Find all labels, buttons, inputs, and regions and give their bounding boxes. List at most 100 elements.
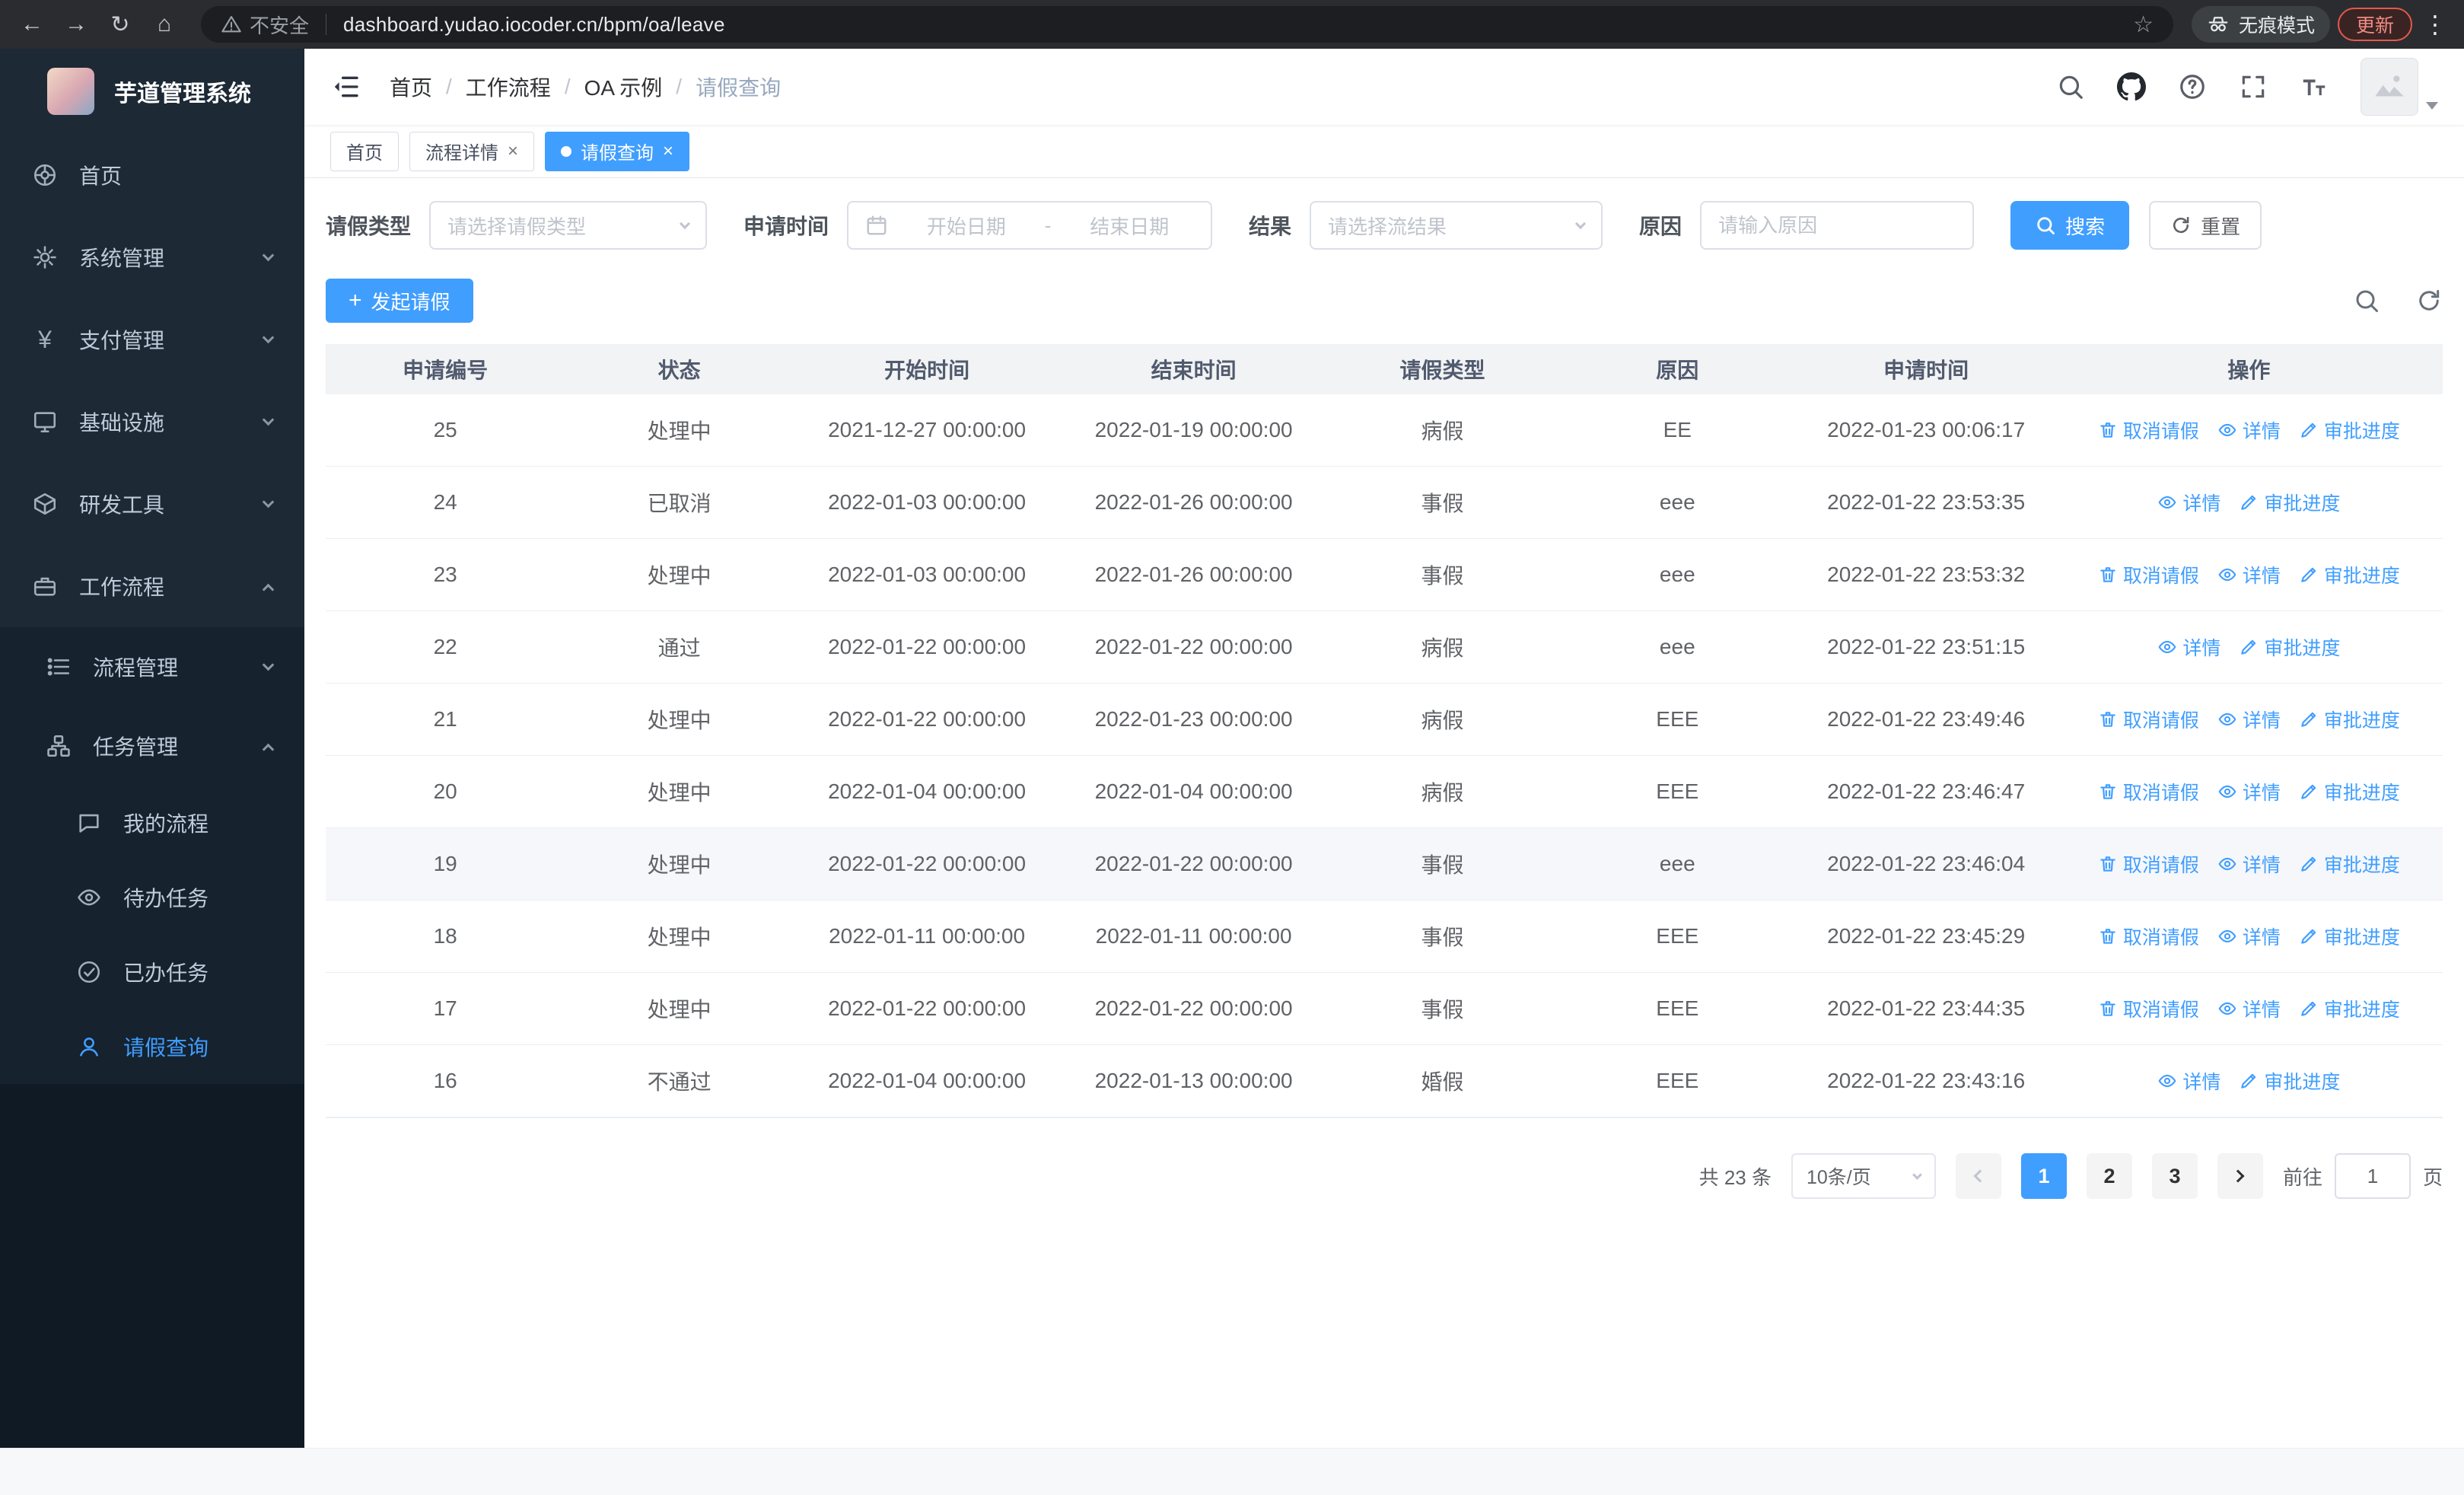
font-size-icon[interactable] [2300,72,2329,101]
date-range-picker[interactable]: 开始日期 - 结束日期 [847,201,1213,250]
progress-link[interactable]: 审批进度 [2299,850,2400,878]
tab-home[interactable]: 首页 [330,131,399,171]
sidebar-item-system[interactable]: 系统管理 [0,216,304,298]
tab-leave-query[interactable]: 请假查询 × [545,131,690,171]
tab-process-detail[interactable]: 流程详情 × [409,131,535,171]
cancel-link[interactable]: 取消请假 [2098,995,2199,1022]
breadcrumb-oa-example[interactable]: OA 示例 [584,72,663,102]
progress-link[interactable]: 审批进度 [2299,416,2400,444]
next-page-button[interactable] [2217,1153,2263,1199]
detail-link[interactable]: 详情 [2157,633,2220,661]
cell-reason: EEE [1656,1069,1699,1092]
breadcrumb-workflow[interactable]: 工作流程 [466,72,551,102]
goto-page-input[interactable] [2334,1153,2411,1199]
progress-link[interactable]: 审批进度 [2299,923,2400,950]
detail-link[interactable]: 详情 [2217,561,2281,588]
page-button-2[interactable]: 2 [2086,1153,2132,1199]
security-label: 不安全 [250,14,310,37]
user-avatar[interactable] [2361,58,2438,116]
table-row[interactable]: 19 处理中 2022-01-22 00:00:00 2022-01-22 00… [326,828,2443,901]
cancel-link[interactable]: 取消请假 [2098,561,2199,588]
table-row[interactable]: 22 通过 2022-01-22 00:00:00 2022-01-22 00:… [326,611,2443,684]
cancel-link[interactable]: 取消请假 [2098,850,2199,878]
detail-link[interactable]: 详情 [2217,850,2281,878]
sidebar-item-todo-tasks[interactable]: 待办任务 [0,860,304,935]
detail-link[interactable]: 详情 [2157,489,2220,516]
leave-type-select[interactable]: 请选择请假类型 [429,201,708,250]
sidebar-item-done-tasks[interactable]: 已办任务 [0,935,304,1009]
result-select[interactable]: 请选择流结果 [1310,201,1603,250]
update-button[interactable]: 更新 [2337,8,2412,41]
app-logo[interactable]: 芋道管理系统 [0,49,304,134]
sidebar-item-workflow[interactable]: 工作流程 [0,545,304,627]
page-button-1[interactable]: 1 [2020,1153,2067,1199]
detail-link[interactable]: 详情 [2217,923,2281,950]
close-icon[interactable]: × [663,141,673,162]
close-icon[interactable]: × [508,141,518,162]
security-chip[interactable]: 不安全 [221,11,309,39]
chevron-down-icon [262,496,275,508]
table-row[interactable]: 24 已取消 2022-01-03 00:00:00 2022-01-26 00… [326,467,2443,539]
progress-link[interactable]: 审批进度 [2239,489,2340,516]
sidebar-item-infrastructure[interactable]: 基础设施 [0,381,304,463]
op-label: 详情 [2242,566,2281,587]
sidebar-item-my-process[interactable]: 我的流程 [0,786,304,860]
fullscreen-icon[interactable] [2239,72,2268,101]
cell-end-time: 2022-01-13 00:00:00 [1094,1069,1293,1092]
bookmark-star-icon[interactable]: ☆ [2133,11,2154,38]
progress-link[interactable]: 审批进度 [2299,561,2400,588]
cancel-link[interactable]: 取消请假 [2098,923,2199,950]
detail-link[interactable]: 详情 [2217,995,2281,1022]
progress-link[interactable]: 审批进度 [2239,633,2340,661]
eye-icon [2159,640,2176,654]
back-button[interactable]: ← [14,6,50,43]
table-row[interactable]: 16 不通过 2022-01-04 00:00:00 2022-01-13 00… [326,1045,2443,1117]
page-button-3[interactable]: 3 [2151,1153,2198,1199]
table-row[interactable]: 18 处理中 2022-01-11 00:00:00 2022-01-11 00… [326,901,2443,973]
reset-button[interactable]: 重置 [2149,201,2262,250]
sidebar-item-home[interactable]: 首页 [0,134,304,216]
progress-link[interactable]: 审批进度 [2299,778,2400,805]
progress-link[interactable]: 审批进度 [2299,706,2400,733]
table-row[interactable]: 21 处理中 2022-01-22 00:00:00 2022-01-23 00… [326,684,2443,756]
detail-link[interactable]: 详情 [2217,706,2281,733]
cancel-link[interactable]: 取消请假 [2098,416,2199,444]
warning-icon [221,16,241,33]
search-button[interactable]: 搜索 [2010,201,2130,250]
breadcrumb-home[interactable]: 首页 [390,72,432,102]
box-icon [33,492,56,515]
github-icon[interactable] [2117,72,2146,101]
help-icon[interactable] [2178,72,2207,101]
table-row[interactable]: 20 处理中 2022-01-04 00:00:00 2022-01-04 00… [326,756,2443,828]
cancel-link[interactable]: 取消请假 [2098,778,2199,805]
progress-link[interactable]: 审批进度 [2239,1067,2340,1095]
browser-menu-icon[interactable]: ⋮ [2420,10,2450,39]
forward-button[interactable]: → [58,6,94,43]
toggle-search-icon[interactable] [2353,287,2380,314]
reason-input[interactable] [1702,202,1973,248]
progress-link[interactable]: 审批进度 [2299,995,2400,1022]
reload-button[interactable]: ↻ [102,6,138,43]
create-leave-button[interactable]: + 发起请假 [326,279,473,323]
home-button[interactable]: ⌂ [146,6,183,43]
prev-page-button[interactable] [1955,1153,2001,1199]
sidebar-item-task-mgmt[interactable]: 任务管理 [0,706,304,786]
search-icon[interactable] [2056,72,2085,101]
detail-link[interactable]: 详情 [2217,778,2281,805]
sidebar-item-process-mgmt[interactable]: 流程管理 [0,627,304,706]
cancel-link[interactable]: 取消请假 [2098,706,2199,733]
address-bar[interactable]: 不安全 dashboard.yudao.iocoder.cn/bpm/oa/le… [201,6,2173,43]
sidebar-item-payment[interactable]: ¥ 支付管理 [0,298,304,381]
table-row[interactable]: 17 处理中 2022-01-22 00:00:00 2022-01-22 00… [326,973,2443,1045]
table-row[interactable]: 23 处理中 2022-01-03 00:00:00 2022-01-26 00… [326,539,2443,611]
range-separator: - [1044,213,1052,237]
sidebar-fold-icon[interactable] [330,72,361,102]
page-size-select[interactable]: 10条/页 [1791,1153,1936,1199]
sidebar-item-leave-query[interactable]: 请假查询 [0,1009,304,1084]
table-row[interactable]: 25 处理中 2021-12-27 00:00:00 2022-01-19 00… [326,394,2443,467]
detail-link[interactable]: 详情 [2217,416,2281,444]
refresh-table-icon[interactable] [2415,287,2443,314]
sidebar-item-devtools[interactable]: 研发工具 [0,463,304,545]
detail-link[interactable]: 详情 [2157,1067,2220,1095]
table-body: 25 处理中 2021-12-27 00:00:00 2022-01-19 00… [326,394,2443,1117]
